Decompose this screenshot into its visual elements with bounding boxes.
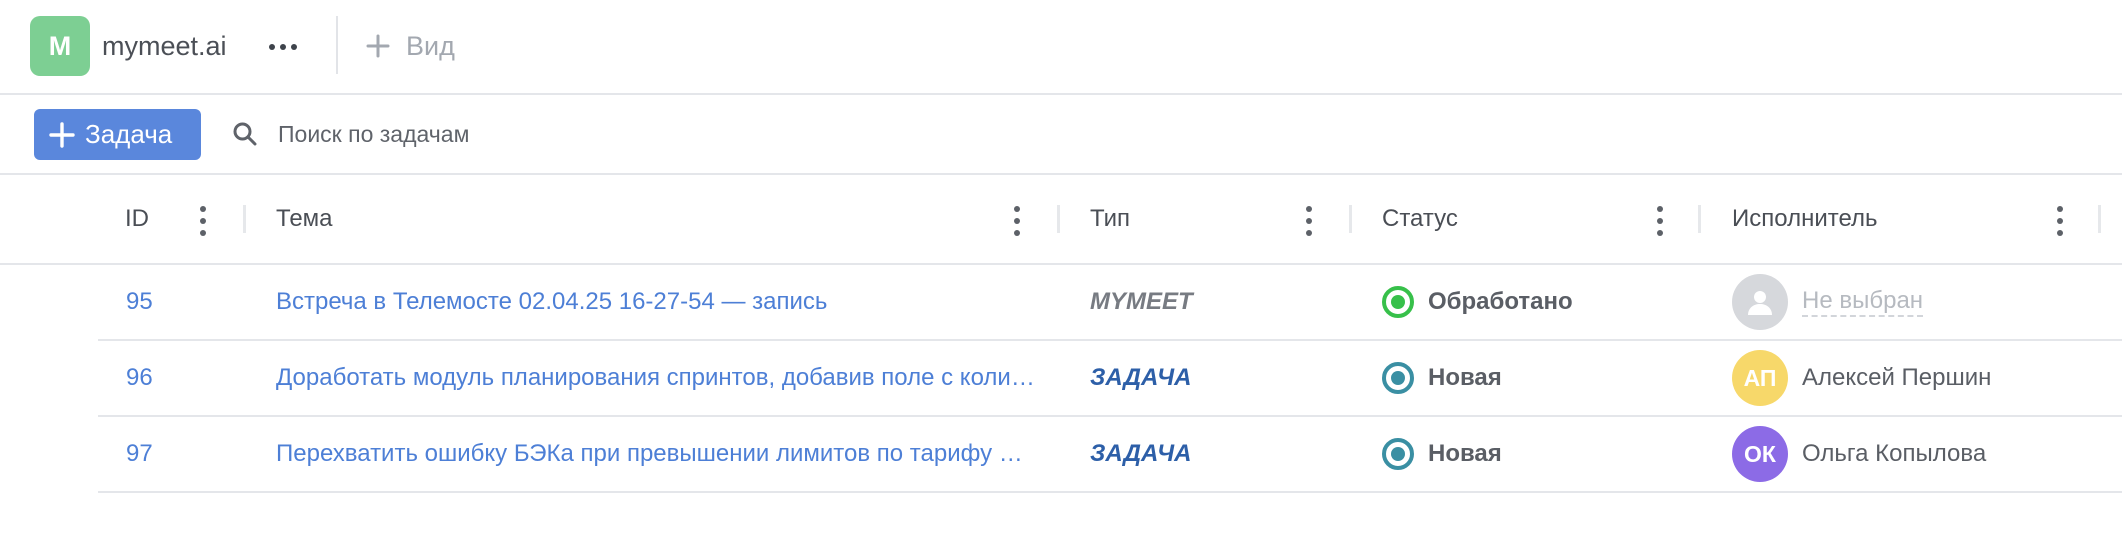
column-resize-handle[interactable] bbox=[243, 205, 246, 233]
column-menu-icon[interactable] bbox=[1012, 206, 1022, 236]
user-placeholder-icon bbox=[1732, 274, 1788, 330]
search-bar bbox=[232, 113, 698, 155]
column-menu-icon[interactable] bbox=[198, 206, 208, 236]
column-header-type[interactable]: Тип bbox=[1090, 175, 1130, 263]
radio-circle-icon bbox=[1382, 438, 1414, 470]
task-id-link[interactable]: 96 bbox=[126, 341, 153, 415]
column-resize-handle[interactable] bbox=[1698, 205, 1701, 233]
assignee-name: Не выбран bbox=[1802, 287, 1924, 317]
task-status[interactable]: Новая bbox=[1382, 417, 1502, 491]
new-task-button[interactable]: Задача bbox=[34, 109, 201, 160]
column-resize-handle[interactable] bbox=[1349, 205, 1352, 233]
column-menu-icon[interactable] bbox=[2055, 206, 2065, 236]
workspace-more-icon[interactable] bbox=[265, 32, 301, 62]
task-id-link[interactable]: 97 bbox=[126, 417, 153, 491]
column-header-assignee[interactable]: Исполнитель bbox=[1732, 175, 1878, 263]
avatar: АП bbox=[1732, 350, 1788, 406]
assignee-name: Ольга Копылова bbox=[1802, 440, 1987, 467]
check-circle-icon bbox=[1382, 286, 1414, 318]
column-resize-handle[interactable] bbox=[1057, 205, 1060, 233]
workspace-avatar[interactable]: M bbox=[30, 16, 90, 76]
avatar: ОК bbox=[1732, 426, 1788, 482]
column-header-status[interactable]: Статус bbox=[1382, 175, 1458, 263]
plus-icon bbox=[366, 34, 390, 58]
plus-icon bbox=[49, 121, 75, 148]
column-menu-icon[interactable] bbox=[1655, 206, 1665, 236]
assignee-name: Алексей Першин bbox=[1802, 364, 1992, 391]
task-assignee[interactable]: ОК Ольга Копылова bbox=[1732, 417, 1986, 491]
new-task-label: Задача bbox=[85, 119, 173, 149]
task-type[interactable]: ЗАДАЧА bbox=[1090, 417, 1191, 491]
table-header: ID Тема Тип Статус Исполнитель bbox=[0, 175, 2122, 265]
status-label: Обработано bbox=[1428, 288, 1573, 315]
task-assignee[interactable]: Не выбран bbox=[1732, 265, 1924, 339]
task-status[interactable]: Обработано bbox=[1382, 265, 1573, 339]
add-view-button[interactable]: Вид bbox=[366, 28, 455, 64]
search-input[interactable] bbox=[278, 120, 698, 148]
column-header-id[interactable]: ID bbox=[125, 175, 149, 263]
column-header-subject[interactable]: Тема bbox=[276, 175, 333, 263]
column-resize-handle[interactable] bbox=[2098, 205, 2101, 233]
task-type[interactable]: ЗАДАЧА bbox=[1090, 341, 1191, 415]
task-subject-link[interactable]: Доработать модуль планирования спринтов,… bbox=[276, 341, 1036, 415]
task-subject-link[interactable]: Встреча в Телемосте 02.04.25 16-27-54 — … bbox=[276, 265, 1036, 339]
divider bbox=[336, 16, 338, 74]
task-status[interactable]: Новая bbox=[1382, 341, 1502, 415]
table-row[interactable]: 95 Встреча в Телемосте 02.04.25 16-27-54… bbox=[98, 265, 2122, 341]
task-subject-link[interactable]: Перехватить ошибку БЭКа при превышении л… bbox=[276, 417, 1036, 491]
search-icon bbox=[233, 122, 257, 146]
table-row[interactable]: 97 Перехватить ошибку БЭКа при превышени… bbox=[98, 417, 2122, 493]
top-bar: M mymeet.ai Вид bbox=[0, 0, 2122, 95]
column-menu-icon[interactable] bbox=[1304, 206, 1314, 236]
table-row[interactable]: 96 Доработать модуль планирования спринт… bbox=[98, 341, 2122, 417]
status-label: Новая bbox=[1428, 440, 1502, 467]
task-assignee[interactable]: АП Алексей Першин bbox=[1732, 341, 1991, 415]
toolbar: Задача bbox=[0, 95, 2122, 175]
workspace-name[interactable]: mymeet.ai bbox=[102, 30, 227, 62]
status-label: Новая bbox=[1428, 364, 1502, 391]
task-id-link[interactable]: 95 bbox=[126, 265, 153, 339]
task-type[interactable]: MYMEET bbox=[1090, 265, 1193, 339]
radio-circle-icon bbox=[1382, 362, 1414, 394]
add-view-label: Вид bbox=[406, 30, 455, 61]
